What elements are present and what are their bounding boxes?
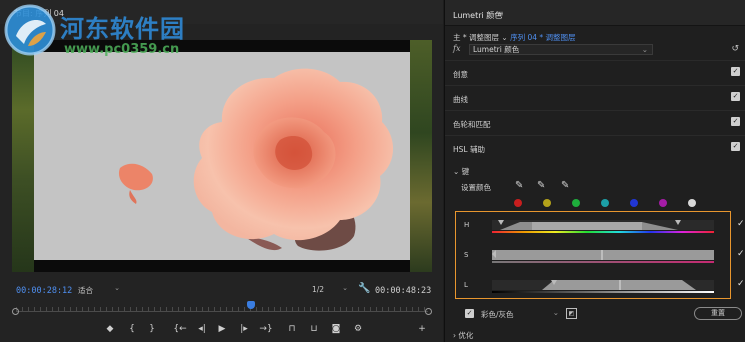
mask-mode-label: 彩色/灰色 — [481, 310, 514, 319]
set-color-label: 设置颜色 — [461, 183, 491, 192]
effect-select-label: Lumetri 颜色 — [473, 45, 520, 54]
chevron-down-icon: ⌄ — [342, 284, 348, 292]
show-mask-checkbox[interactable]: ✓ — [465, 309, 474, 318]
playhead[interactable] — [246, 301, 255, 309]
swatch-cyan[interactable] — [601, 199, 609, 207]
hsl-key-controls: H ✓ S ✓ L ✓ — [455, 211, 745, 299]
luminance-label: L — [464, 281, 468, 289]
wrench-icon[interactable]: 🔧 — [358, 283, 370, 294]
swatch-blue[interactable] — [630, 199, 638, 207]
hue-range-slider[interactable] — [492, 220, 714, 230]
zoom-handle-left[interactable] — [12, 308, 19, 315]
section-color-wheels[interactable]: 色轮和匹配 ✓ — [445, 110, 745, 134]
lumetri-title: Lumetri 颜色 — [453, 11, 503, 20]
eyedropper-subtract-icon[interactable]: ✎ — [561, 180, 569, 191]
swatch-red[interactable] — [514, 199, 522, 207]
hue-spectrum — [492, 231, 714, 233]
section-enable-checkbox[interactable]: ✓ — [731, 92, 740, 101]
mask-display-row: ✓ 彩色/灰色 ⌄ ◩ 重置 — [445, 305, 745, 323]
step-back-icon[interactable]: ◂| — [194, 322, 210, 336]
chevron-down-icon: ⌄ — [552, 308, 559, 317]
swatch-yellow[interactable] — [543, 199, 551, 207]
time-ruler[interactable] — [12, 301, 432, 318]
go-to-out-icon[interactable]: →} — [258, 322, 274, 336]
marker-icon[interactable]: ◆ — [102, 322, 118, 336]
chevron-down-icon: ⌄ — [114, 284, 120, 292]
refine-label: 优化 — [458, 331, 474, 340]
zoom-handle-right[interactable] — [425, 308, 432, 315]
luminance-enable-check[interactable]: ✓ — [737, 279, 745, 289]
reset-button[interactable]: 重置 — [694, 307, 742, 320]
program-monitor: 节目: 序列 04 00:00:28:12 适合 ⌄ 1/2 ⌄ 🔧 00:00… — [0, 0, 443, 342]
monitor-tab[interactable]: 节目: 序列 04 — [0, 0, 443, 24]
playback-resolution-select[interactable]: 1/2 ⌄ — [312, 284, 348, 297]
saturation-range-slider[interactable] — [492, 250, 714, 260]
eyedropper-icon[interactable]: ✎ — [515, 180, 523, 191]
hue-range-row: H ✓ — [456, 212, 745, 238]
transport-controls: ◆ { } {← ◂| ▶ |▸ →} ⊓ ⊔ ◙ ⚙ + — [0, 322, 443, 338]
zoom-fit-select[interactable]: 适合 ⌄ — [78, 284, 122, 297]
playback-resolution-label: 1/2 — [312, 285, 325, 294]
refine-subsection-header[interactable]: › 优化 — [453, 330, 473, 341]
mark-out-icon[interactable]: } — [144, 322, 160, 336]
add-button-icon[interactable]: + — [414, 322, 430, 336]
key-label: 键 — [461, 167, 470, 176]
luminance-range-row: L ✓ — [456, 272, 745, 298]
eyedropper-add-icon[interactable]: ✎ — [537, 180, 545, 191]
saturation-label: S — [464, 251, 469, 259]
chevron-down-icon: ⌄ — [641, 45, 648, 54]
section-label: 曲线 — [453, 95, 468, 104]
swatch-green[interactable] — [572, 199, 580, 207]
breadcrumb-main[interactable]: 主 * 调整图层 — [453, 33, 499, 42]
mark-in-icon[interactable]: { — [124, 322, 140, 336]
hue-label: H — [464, 221, 470, 229]
lumetri-tab[interactable]: Lumetri 颜色 ≡ — [445, 0, 745, 26]
key-subsection-header[interactable]: ⌄ 键 — [453, 166, 469, 177]
section-label: HSL 辅助 — [453, 145, 485, 154]
section-label: 色轮和匹配 — [453, 120, 491, 129]
ruler-track — [16, 311, 428, 312]
rose-image — [118, 68, 394, 251]
section-enable-checkbox[interactable]: ✓ — [731, 142, 740, 151]
section-enable-checkbox[interactable]: ✓ — [731, 117, 740, 126]
lift-icon[interactable]: ⊓ — [284, 322, 300, 336]
chevron-down-icon: ⌄ — [453, 167, 462, 176]
section-curves[interactable]: 曲线 ✓ — [445, 85, 745, 109]
extract-icon[interactable]: ⊔ — [306, 322, 322, 336]
export-frame-icon[interactable]: ◙ — [328, 322, 344, 336]
luminance-gradient — [492, 291, 714, 293]
breadcrumb-sequence[interactable]: 序列 04 * 调整图层 — [510, 33, 575, 42]
step-forward-icon[interactable]: |▸ — [236, 322, 252, 336]
panel-menu-icon[interactable]: ≡ — [497, 9, 504, 18]
zoom-fit-label: 适合 — [78, 286, 93, 295]
chevron-down-icon: ⌄ — [501, 33, 511, 42]
saturation-enable-check[interactable]: ✓ — [737, 249, 745, 259]
mask-mode-select[interactable]: 彩色/灰色 ⌄ — [481, 308, 561, 319]
monitor-tab-title: 节目: 序列 04 — [14, 9, 64, 18]
luminance-range-slider[interactable] — [492, 280, 714, 290]
reset-effect-icon[interactable]: ↺ — [731, 44, 739, 54]
swatch-white[interactable] — [688, 199, 696, 207]
duration-timecode: 00:00:48:23 — [375, 286, 432, 296]
section-creative[interactable]: 创意 ✓ — [445, 60, 745, 84]
effect-select[interactable]: Lumetri 颜色 ⌄ — [469, 44, 653, 55]
go-to-in-icon[interactable]: {← — [172, 322, 188, 336]
section-enable-checkbox[interactable]: ✓ — [731, 67, 740, 76]
lumetri-panel: Lumetri 颜色 ≡ 主 * 调整图层 ⌄ 序列 04 * 调整图层 fx … — [444, 0, 745, 342]
hue-enable-check[interactable]: ✓ — [737, 219, 745, 229]
current-timecode[interactable]: 00:00:28:12 — [16, 286, 72, 296]
saturation-gradient — [492, 261, 714, 263]
section-label: 创意 — [453, 70, 468, 79]
play-icon[interactable]: ▶ — [214, 322, 230, 336]
saturation-range-row: S ✓ — [456, 242, 745, 268]
monitor-controls: 00:00:28:12 适合 ⌄ 1/2 ⌄ 🔧 00:00:48:23 — [0, 283, 443, 299]
effect-row: fx Lumetri 颜色 ⌄ ↺ — [453, 44, 741, 56]
breadcrumb: 主 * 调整图层 ⌄ 序列 04 * 调整图层 — [453, 32, 576, 43]
section-hsl-secondary[interactable]: HSL 辅助 ✓ — [445, 135, 745, 159]
fx-badge[interactable]: fx — [453, 44, 460, 53]
video-preview[interactable] — [12, 40, 432, 272]
settings-icon[interactable]: ⚙ — [350, 322, 366, 336]
invert-mask-icon[interactable]: ◩ — [566, 308, 577, 319]
swatch-magenta[interactable] — [659, 199, 667, 207]
